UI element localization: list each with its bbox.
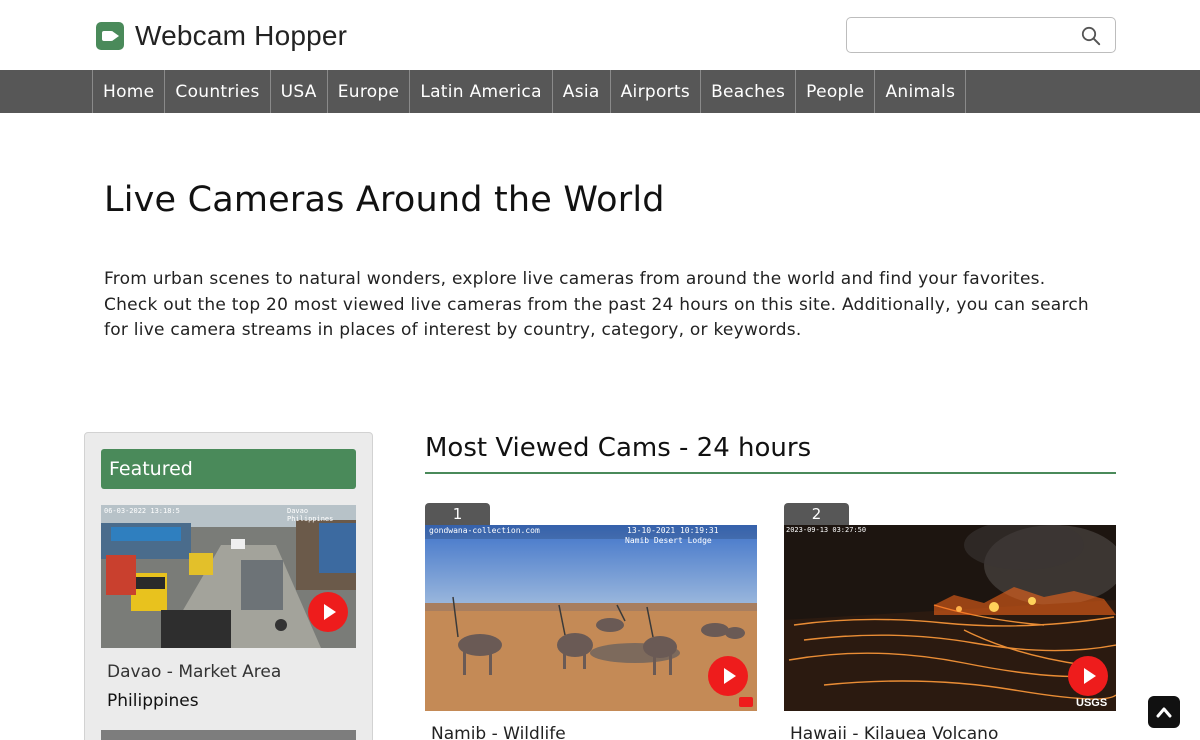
nav-item-airports[interactable]: Airports (611, 70, 702, 113)
play-button[interactable] (708, 656, 748, 696)
cam-name[interactable]: Namib - Wildlife (431, 724, 566, 740)
camera-icon (96, 22, 124, 50)
desert-wildlife-image (425, 525, 757, 711)
back-to-top-button[interactable] (1148, 696, 1180, 728)
nav-item-home[interactable]: Home (93, 70, 166, 113)
nav-item-people[interactable]: People (796, 70, 876, 113)
site-header: Webcam Hopper (0, 0, 1200, 70)
featured-sidebar: Featured 06-03-2022 13:18:5 Davao Philip… (84, 432, 373, 740)
search-box (846, 17, 1116, 53)
nav-list: Home Countries USA Europe Latin America … (92, 70, 967, 113)
featured-overlay-date: 06-03-2022 13:18:5 (104, 507, 180, 515)
featured-heading: Featured (101, 449, 356, 489)
featured-overlay-brand: Davao Philippines (287, 507, 334, 523)
play-button[interactable] (308, 592, 348, 632)
cam-overlay-datetime: 2023-09-13 03:27:50 (786, 526, 867, 534)
featured-thumbnail-next[interactable] (101, 730, 356, 740)
page-title: Live Cameras Around the World (104, 180, 665, 220)
usgs-logo: USGS (1076, 697, 1108, 709)
cam-name[interactable]: Hawaii - Kilauea Volcano (790, 724, 998, 740)
rank-badge: 1 (425, 503, 490, 525)
nav-item-animals[interactable]: Animals (875, 70, 967, 113)
intro-text: From urban scenes to natural wonders, ex… (104, 269, 1089, 340)
nav-item-usa[interactable]: USA (271, 70, 328, 113)
main-nav: Home Countries USA Europe Latin America … (0, 70, 1200, 113)
lava-volcano-image (784, 525, 1116, 711)
section-divider (425, 472, 1116, 474)
nav-item-beaches[interactable]: Beaches (701, 70, 797, 113)
most-viewed-title: Most Viewed Cams - 24 hours (425, 433, 812, 463)
nav-item-latin-america[interactable]: Latin America (410, 70, 553, 113)
featured-thumbnail-davao[interactable]: 06-03-2022 13:18:5 Davao Philippines (101, 505, 356, 648)
youtube-icon (739, 697, 753, 707)
rank-badge: 2 (784, 503, 849, 525)
cam-overlay-location: Namib Desert Lodge (625, 536, 712, 545)
cam-thumbnail-kilauea[interactable]: 2023-09-13 03:27:50 USGS (784, 525, 1116, 711)
site-logo[interactable]: Webcam Hopper (96, 20, 347, 52)
featured-cam-country[interactable]: Philippines (107, 691, 199, 711)
cam-overlay-datetime: 13-10-2021 10:19:31 (627, 526, 719, 535)
nav-item-countries[interactable]: Countries (165, 70, 271, 113)
search-icon[interactable] (1081, 26, 1101, 46)
chevron-up-icon (1156, 707, 1172, 718)
nav-item-europe[interactable]: Europe (328, 70, 411, 113)
featured-cam-name[interactable]: Davao - Market Area (107, 662, 281, 682)
cam-thumbnail-namib[interactable]: gondwana-collection.com 13-10-2021 10:19… (425, 525, 757, 711)
cam-overlay-site: gondwana-collection.com (429, 526, 540, 535)
nav-item-asia[interactable]: Asia (553, 70, 611, 113)
site-name: Webcam Hopper (135, 20, 348, 51)
play-button[interactable] (1068, 656, 1108, 696)
search-input[interactable] (855, 24, 1075, 46)
